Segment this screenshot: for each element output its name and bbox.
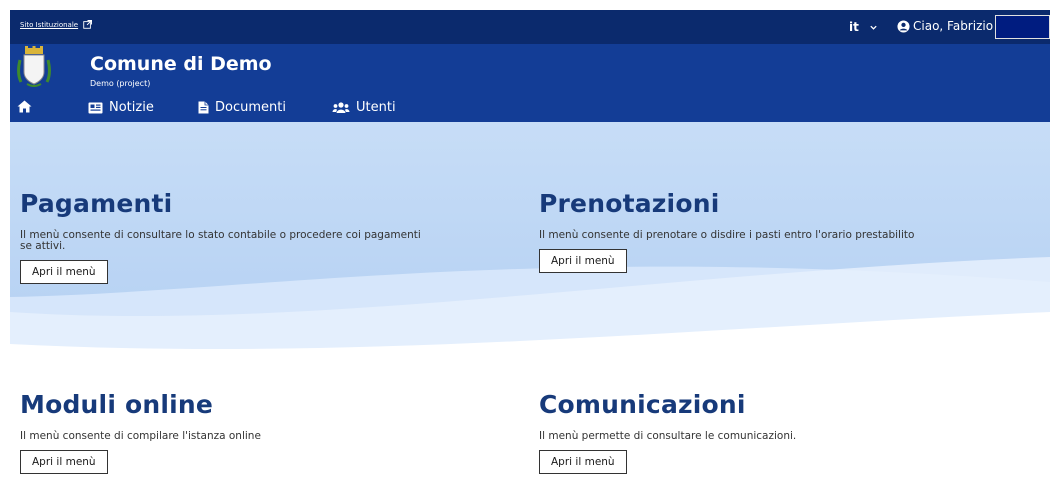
nav-item-utenti[interactable]: Utenti	[332, 100, 396, 115]
card-description: Il menù consente di compilare l'istanza …	[20, 430, 261, 442]
open-menu-button[interactable]: Apri il menù	[539, 249, 627, 273]
user-greeting: Ciao, Fabrizio	[913, 19, 994, 33]
open-menu-button[interactable]: Apri il menù	[20, 260, 108, 284]
site-header: Comune di Demo Demo (project) Notizie Do…	[10, 44, 1050, 122]
document-icon	[198, 101, 209, 114]
nav-home[interactable]	[17, 100, 32, 113]
user-circle-icon	[897, 19, 910, 33]
language-selector[interactable]: it	[849, 20, 878, 34]
card-title: Pagamenti	[20, 189, 173, 218]
newspaper-icon	[88, 102, 103, 113]
nav-item-label: Notizie	[109, 100, 154, 115]
nav-item-documenti[interactable]: Documenti	[198, 100, 286, 115]
language-label: it	[849, 20, 859, 34]
card-title: Prenotazioni	[539, 189, 720, 218]
card-pagamenti: Pagamenti Il menù consente di consultare…	[20, 189, 430, 284]
card-description: Il menù consente di prenotare o disdire …	[539, 229, 915, 241]
user-dropdown-box[interactable]	[995, 15, 1050, 39]
open-menu-button[interactable]: Apri il menù	[20, 450, 108, 474]
top-bar: Sito Istituzionale it Ciao, Fabrizio	[10, 10, 1050, 44]
municipality-crest-icon	[17, 46, 51, 87]
institutional-site-link[interactable]: Sito Istituzionale	[20, 20, 93, 29]
institutional-site-label: Sito Istituzionale	[20, 20, 79, 29]
home-icon	[17, 100, 32, 113]
users-icon	[332, 102, 350, 113]
card-title: Moduli online	[20, 390, 214, 419]
nav-item-notizie[interactable]: Notizie	[88, 100, 154, 115]
nav-item-label: Utenti	[356, 100, 396, 115]
nav-item-label: Documenti	[215, 100, 286, 115]
card-moduli-online: Moduli online Il menù consente di compil…	[20, 390, 430, 474]
site-subtitle: Demo (project)	[90, 79, 151, 88]
card-title: Comunicazioni	[539, 390, 746, 419]
main-nav: Notizie Documenti Utenti	[10, 96, 1050, 122]
user-menu[interactable]: Ciao, Fabrizio	[897, 19, 993, 33]
card-comunicazioni: Comunicazioni Il menù permette di consul…	[539, 390, 949, 474]
card-description: Il menù permette di consultare le comuni…	[539, 430, 797, 442]
open-menu-button[interactable]: Apri il menù	[539, 450, 627, 474]
card-description: Il menù consente di consultare lo stato …	[20, 229, 421, 252]
site-title[interactable]: Comune di Demo	[90, 53, 272, 75]
card-prenotazioni: Prenotazioni Il menù consente di prenota…	[539, 189, 949, 273]
external-link-icon	[83, 20, 93, 29]
chevron-down-icon	[870, 25, 877, 30]
